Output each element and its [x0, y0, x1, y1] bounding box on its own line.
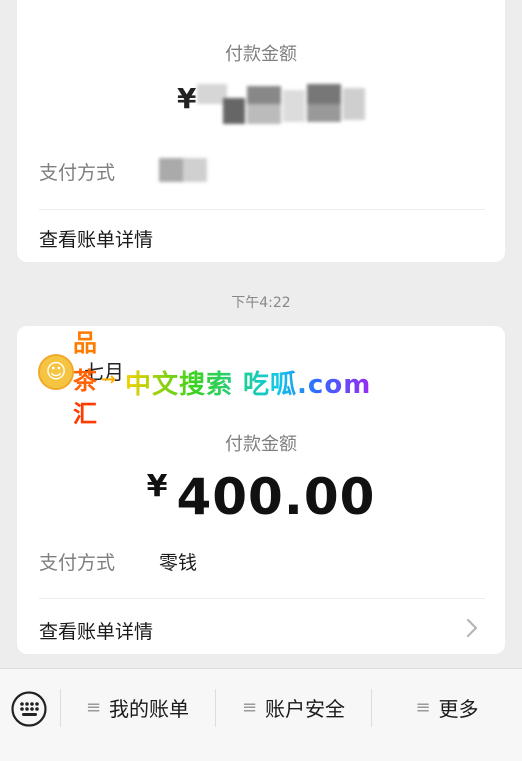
amount-number: 400.00 — [176, 468, 376, 526]
hamburger-icon: ≡ — [241, 696, 258, 718]
message-timestamp: 下午4:22 — [231, 295, 291, 311]
bottom-menu-bar: ≡ 我的账单 ≡ 账户安全 ≡ 更多 — [0, 668, 522, 761]
amount-currency-symbol: ¥ — [177, 82, 197, 115]
redacted-amount — [197, 84, 367, 126]
transaction-card-redacted: 付款金额 ¥ 支付方式 查看账单详情 — [17, 0, 505, 262]
keyboard-icon[interactable] — [10, 690, 48, 728]
payment-method-label: 支付方式 — [39, 162, 116, 184]
watermark-char: 汇 — [73, 400, 97, 428]
view-bill-details-link[interactable]: 查看账单详情 — [39, 617, 153, 644]
redacted-payment-method — [159, 158, 207, 182]
view-bill-details-link[interactable]: 查看账单详情 — [39, 225, 153, 252]
menu-my-bills[interactable]: ≡ 我的账单 — [60, 669, 215, 745]
chevron-right-icon[interactable] — [459, 616, 483, 640]
watermark-logo-icon: ☺ — [38, 354, 74, 390]
menu-account-security[interactable]: ≡ 账户安全 — [216, 669, 371, 745]
divider — [39, 598, 485, 599]
hamburger-icon: ≡ — [415, 696, 431, 718]
menu-label: 更多 — [438, 696, 479, 721]
amount-currency-symbol: ¥ — [146, 469, 169, 504]
watermark-arrow: → — [101, 369, 117, 390]
watermark-char: 品 — [73, 329, 97, 357]
amount-value: ¥400.00 — [17, 468, 505, 526]
watermark-char: 茶 — [73, 367, 97, 395]
hamburger-icon: ≡ — [85, 696, 102, 718]
amount-label: 付款金额 — [225, 44, 297, 65]
amount-label: 付款金额 — [225, 434, 297, 455]
payment-method-value: 零钱 — [159, 552, 198, 574]
menu-label: 我的账单 — [109, 696, 190, 721]
payment-method-label: 支付方式 — [39, 552, 116, 574]
menu-label: 账户安全 — [265, 696, 346, 721]
menu-more[interactable]: ≡ 更多 — [372, 669, 522, 745]
divider — [39, 209, 485, 210]
watermark-text: 中文搜索 吃呱.com — [125, 364, 371, 401]
